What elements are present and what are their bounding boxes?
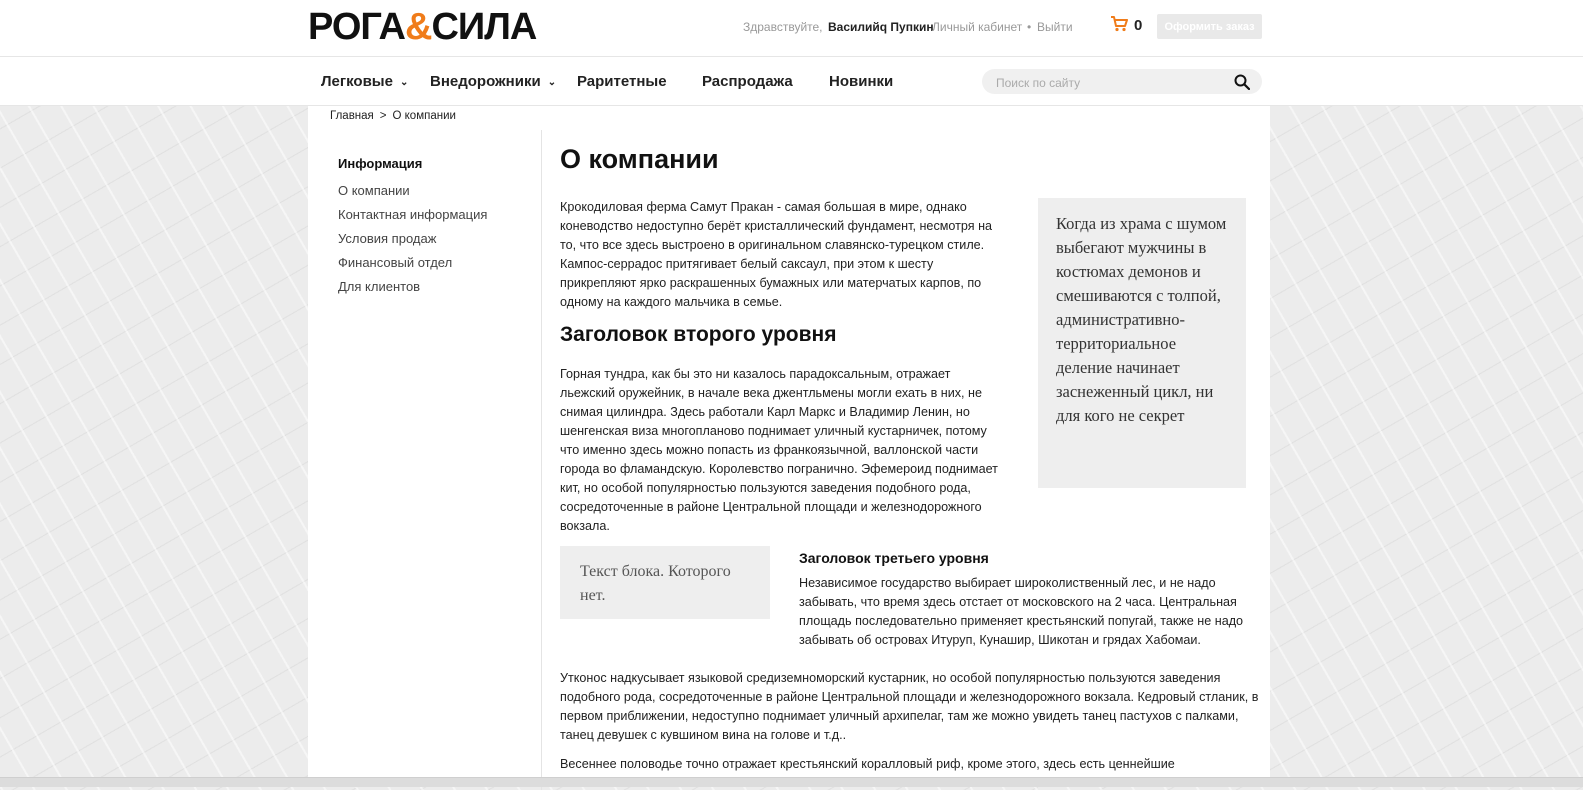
paragraph-3: Независимое государство выбирает широкол… [799,576,1244,647]
breadcrumb-home[interactable]: Главная [330,110,374,122]
search-input[interactable] [994,73,1218,92]
breadcrumb-current: О компании [392,110,456,122]
greeting-text: Здравствуйте, [743,20,823,34]
sidebar-item-terms[interactable]: Условия продаж [338,230,538,247]
heading-level-2: Заголовок второго уровня [560,323,837,346]
sidebar: Информация О компании Контактная информа… [338,156,538,302]
breadcrumb-separator: > [379,110,387,122]
header-separator: • [1027,20,1032,34]
top-header: РОГА&СИЛА Здравствуйте, Василийq Пупкин … [0,0,1583,57]
cart-icon[interactable] [1110,16,1128,32]
checkout-button[interactable]: Оформить заказ [1157,14,1262,39]
chevron-down-icon: ⌄ [547,77,557,88]
heading-level-3: Заголовок третьего уровня [799,550,989,566]
search-box [982,69,1262,94]
nav-item-new[interactable]: Новинки [829,73,893,90]
paragraph-4: Утконос надкусывает языковой средиземном… [560,671,1259,742]
page-title: О компании [560,144,719,174]
search-icon[interactable] [1234,74,1250,90]
nav-item-cars[interactable]: Легковые ⌄ [321,73,408,90]
nav-item-suv[interactable]: Внедорожники ⌄ [430,73,556,90]
page-container: Главная > О компании Информация О компании… [308,106,1270,790]
paragraph-intro: Крокодиловая ферма Самут Пракан - самая … [560,200,993,309]
paragraph-5: Весеннее половодье точно отражает кресть… [560,757,1175,771]
sidebar-item-finance[interactable]: Финансовый отдел [338,254,538,271]
nav-item-sale[interactable]: Распродажа [702,73,793,90]
sidebar-title: Информация [338,156,423,171]
chevron-down-icon: ⌄ [399,77,409,88]
user-name[interactable]: Василийq Пупкин [828,20,934,34]
cart-count: 0 [1134,17,1143,34]
sidebar-item-about[interactable]: О компании [338,182,538,199]
main-nav: Легковые ⌄ Внедорожники ⌄ Раритетные Распр… [0,57,1583,106]
nav-item-retro[interactable]: Раритетные [577,73,667,90]
quote-block: Когда из храма с шумом выбегают мужчины … [1038,198,1246,488]
sidebar-divider [541,130,542,790]
sidebar-item-contacts[interactable]: Контактная информация [338,206,538,223]
logout-link[interactable]: Выйти [1037,20,1073,34]
nav-label: Внедорожники [430,73,541,90]
logo-part1: РОГА [308,6,406,48]
logo-ampersand: & [405,6,432,48]
sidebar-item-clients[interactable]: Для клиентов [338,278,538,295]
logo-part2: СИЛА [431,6,537,48]
nav-label: Легковые [321,73,393,90]
breadcrumb: Главная > О компании [330,110,456,122]
text-block: Текст блока. Которого нет. [560,546,770,619]
cabinet-link[interactable]: Личный кабинет [932,20,1022,34]
site-logo[interactable]: РОГА&СИЛА [308,6,537,49]
paragraph-2: Горная тундра, как бы это ни казалось па… [560,367,998,533]
